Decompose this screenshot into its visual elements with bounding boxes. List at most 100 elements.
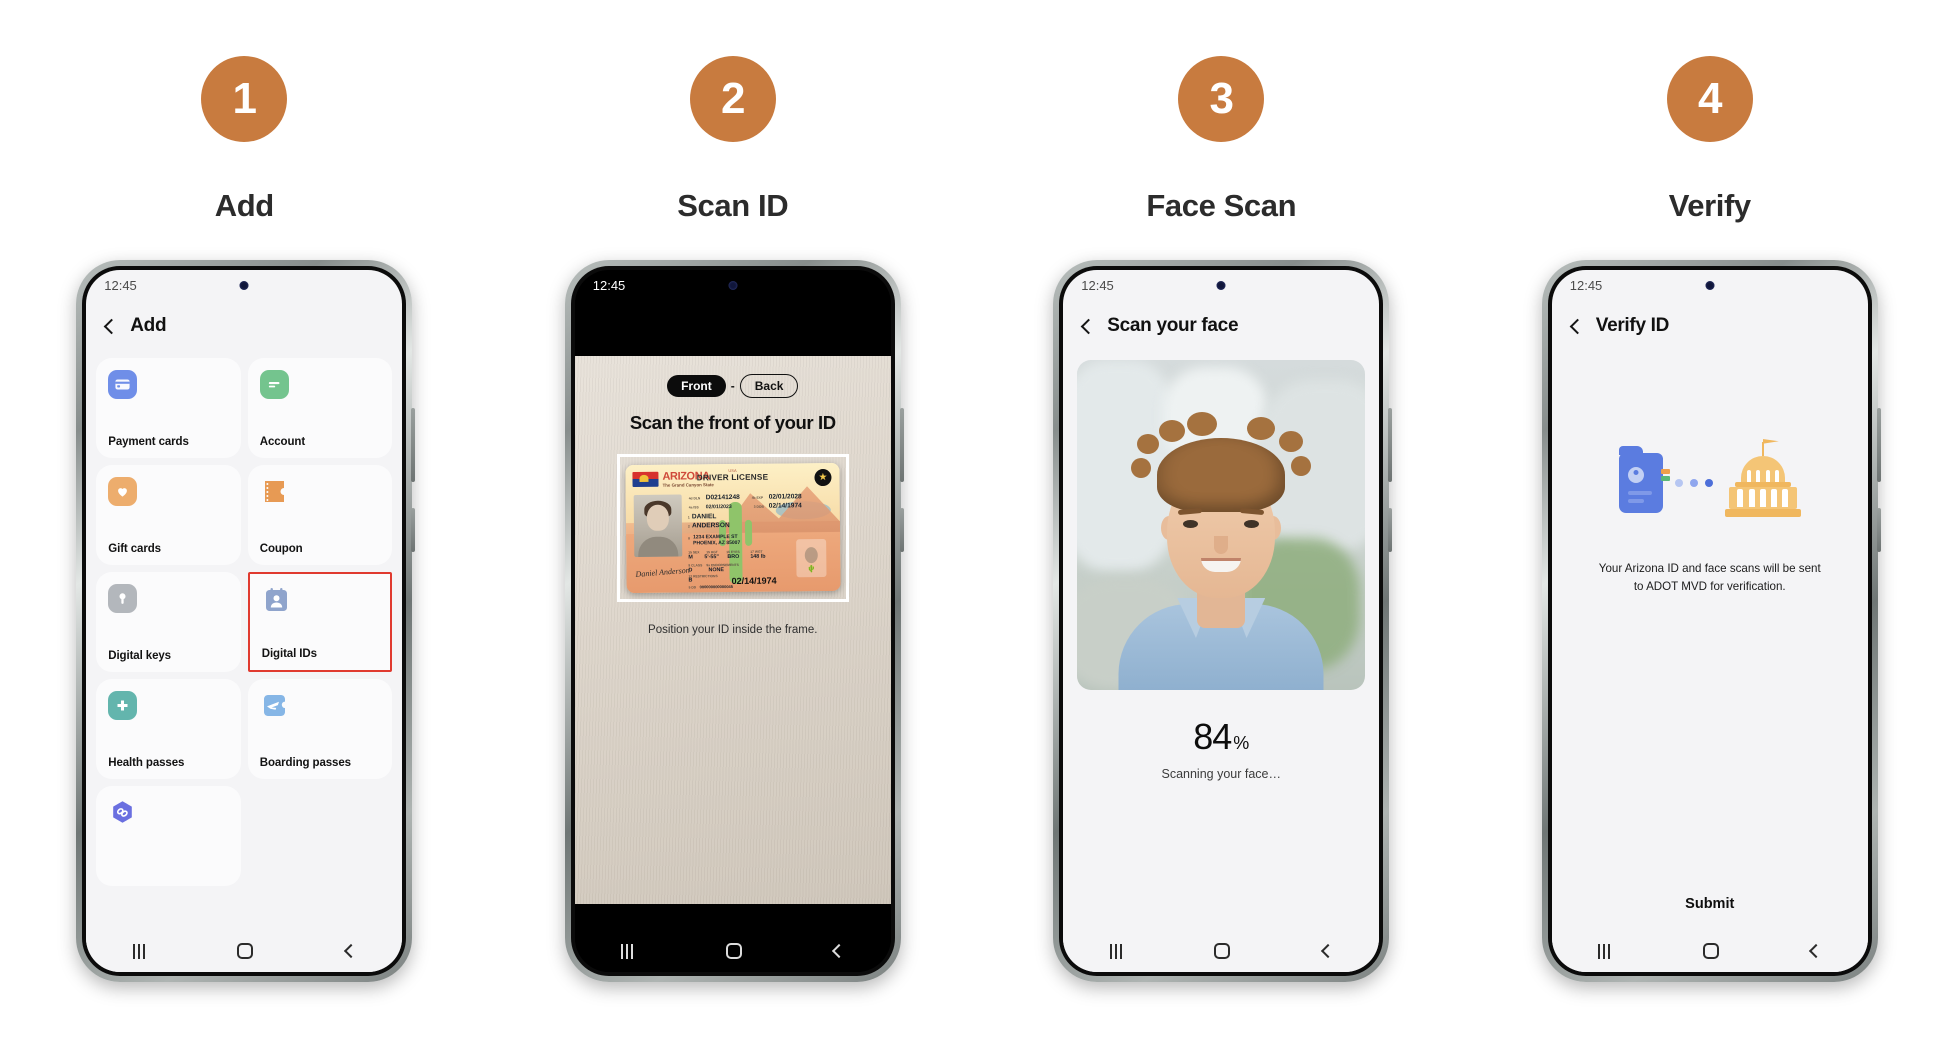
power-button[interactable] [899,508,904,552]
license-value: NONE [708,567,724,574]
status-time: 12:45 [1569,277,1603,293]
status-bar: 12:45 [1063,270,1379,300]
recents-icon[interactable] [1598,943,1611,959]
frame-edge-top [642,454,823,457]
license-key: 12 RESTRICTIONS [688,574,718,579]
tile-label: Payment cards [108,436,189,448]
volume-button[interactable] [1388,408,1393,482]
status-bar: 12:45 [1552,270,1868,300]
face-illustration [1118,390,1324,690]
back-icon[interactable] [343,943,358,959]
camera-letterbox-top [574,300,891,356]
license-value: D02141248 [705,493,740,502]
status-time: 12:45 [104,277,137,293]
home-icon[interactable] [1702,943,1719,959]
power-button[interactable] [1876,508,1881,552]
camera-punch-hole-icon [239,281,249,290]
chevron-left-icon[interactable] [103,318,120,334]
gold-star-icon: ★ [814,468,832,487]
drivers-license-card: ARIZONA The Grand Canyon State USA DRIVE… [625,462,841,594]
tile-label: Coupon [259,543,303,555]
step-badge-2: 2 [689,56,776,142]
recents-icon[interactable] [132,943,145,959]
selfie-camera-preview [1077,360,1366,690]
page-title: Scan your face [1107,315,1239,336]
license-value: 5'-55" [704,554,719,561]
license-value: ANDERSON [691,522,730,530]
status-time: 12:45 [1081,277,1114,293]
credit-card-icon [108,370,138,399]
page-title: Verify ID [1595,315,1670,336]
add-item-grid: Payment cards Account Gift cards Coupon … [86,352,402,930]
steps-row: 1 Add 12:45 Add Payment cards Account Gi… [0,0,1954,982]
license-value: PHOENIX, AZ 85007 [692,539,741,547]
status-time: 12:45 [592,277,626,293]
volume-button[interactable] [411,408,416,482]
phone-mockup-1: 12:45 Add Payment cards Account Gift car… [76,260,416,982]
tile-gift-cards[interactable]: Gift cards [96,465,241,565]
back-icon[interactable] [832,943,847,959]
infographic-board: 1 Add 12:45 Add Payment cards Account Gi… [0,0,1954,1062]
verification-message: Your Arizona ID and face scans will be s… [1599,560,1821,596]
id-card-icon [1618,446,1670,513]
tile-boarding-passes[interactable]: Boarding passes [247,679,393,779]
toggle-back[interactable]: Back [739,374,799,398]
verification-message-line1: Your Arizona ID and face scans will be s… [1598,562,1821,575]
license-key: 4b EXP [751,495,763,500]
chevron-left-icon[interactable] [1569,318,1586,334]
volume-button[interactable] [899,408,904,482]
license-key: 4a ISS [688,505,699,510]
license-key: 5 DD [688,585,696,590]
tile-payment-cards[interactable]: Payment cards [96,358,241,458]
tile-digital-ids[interactable]: Digital IDs [247,572,393,672]
phone-mockup-2: 12:45 Front - Back Scan the front of you… [564,260,904,982]
recents-icon[interactable] [1109,943,1122,959]
license-ghost-image: 🌵 [795,539,827,578]
step-column-3: 3 Face Scan 12:45 Scan your face 84 % Sc… [977,56,1466,982]
power-button[interactable] [1388,508,1393,552]
tile-health-passes[interactable]: Health passes [96,679,241,779]
key-lock-icon [108,584,138,613]
chevron-left-icon[interactable] [1080,318,1097,334]
step-title-3: Face Scan [1146,188,1297,223]
toggle-separator: - [730,379,735,393]
step-badge-1: 1 [201,56,288,142]
home-icon[interactable] [1214,943,1231,959]
tile-label: Gift cards [108,543,161,555]
tile-label: Digital keys [108,650,171,662]
tile-label: Boarding passes [259,757,351,769]
blockchain-link-icon [108,798,137,827]
license-value: 148 lb [750,553,766,560]
step-column-1: 1 Add 12:45 Add Payment cards Account Gi… [0,56,489,982]
tile-blockchain[interactable] [96,786,241,886]
android-nav-bar [574,930,891,972]
step-badge-4: 4 [1666,56,1753,142]
app-header: Add [86,300,402,352]
back-icon[interactable] [1320,943,1335,959]
home-icon[interactable] [237,943,254,959]
home-icon[interactable] [725,943,742,959]
license-value: DANIEL [691,513,717,521]
tile-account[interactable]: Account [247,358,393,458]
page-title: Add [130,315,167,336]
scan-percent-value: 84 [1193,716,1232,757]
frame-edge-bottom [642,599,823,602]
power-button[interactable] [411,508,416,552]
volume-button[interactable] [1876,408,1881,482]
recents-icon[interactable] [621,943,634,959]
transfer-dots-icon [1674,479,1713,487]
step-title-1: Add [214,188,274,223]
license-dob-large: 02/14/1974 [731,575,777,587]
step-column-4: 4 Verify 12:45 Verify ID Your Arizona ID… [1466,56,1954,982]
back-icon[interactable] [1809,943,1824,959]
camera-punch-hole-icon [1705,281,1715,290]
tile-label: Health passes [108,757,185,769]
submit-button[interactable]: Submit [1685,896,1734,912]
tile-coupon[interactable]: Coupon [247,465,393,565]
toggle-front[interactable]: Front [667,375,726,397]
tile-digital-keys[interactable]: Digital keys [96,572,241,672]
id-badge-icon [262,586,291,615]
camera-punch-hole-icon [728,281,738,290]
scan-frame: ARIZONA The Grand Canyon State USA DRIVE… [616,454,849,602]
verification-message-line2: to ADOT MVD for verification. [1633,579,1786,593]
